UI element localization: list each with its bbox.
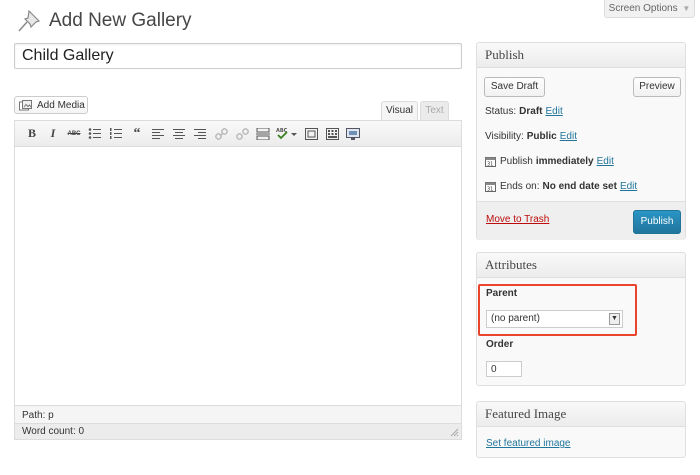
visibility-edit-link[interactable]: Edit <box>560 131 577 142</box>
status-value: Draft <box>519 106 543 117</box>
bullet-list-icon[interactable] <box>86 125 104 143</box>
resize-handle-icon[interactable] <box>449 427 459 437</box>
add-media-label: Add Media <box>37 99 85 111</box>
screen-options-tab[interactable]: Screen Options ▼ <box>604 0 695 18</box>
strikethrough-icon[interactable]: ABC <box>65 125 83 143</box>
editor-path: Path: p <box>22 410 54 421</box>
tab-visual[interactable]: Visual <box>381 101 418 120</box>
ends-value: No end date set <box>542 181 617 192</box>
align-center-icon[interactable] <box>170 125 188 143</box>
parent-select[interactable]: (no parent) ▼ <box>486 310 623 328</box>
unlink-icon[interactable] <box>233 125 251 143</box>
status-edit-link[interactable]: Edit <box>545 106 562 117</box>
attributes-box-title: Attributes <box>477 253 685 278</box>
screen-options-label: Screen Options <box>608 3 678 14</box>
ends-edit-link[interactable]: Edit <box>620 181 637 192</box>
word-count: Word count: 0 <box>15 423 461 439</box>
ends-label: Ends on: <box>500 181 540 192</box>
bold-icon[interactable]: B <box>23 125 41 143</box>
publish-edit-link[interactable]: Edit <box>597 156 614 167</box>
editor-content-area[interactable] <box>15 147 461 407</box>
ends-on-row: 31 Ends on: No end date set Edit <box>485 181 637 192</box>
page-title: Add New Gallery <box>49 10 192 31</box>
status-label: Status: <box>485 106 517 117</box>
featured-image-box: Featured Image Set featured image <box>476 401 686 458</box>
content-editor: B I ABC “ ABC Path: p Word count: 0 <box>14 120 462 440</box>
editor-status-bar: Path: p Word count: 0 <box>15 405 461 439</box>
kitchen-sink-icon[interactable] <box>323 125 341 143</box>
publish-actions: Move to Trash Publish <box>477 201 685 240</box>
set-featured-image-link[interactable]: Set featured image <box>486 438 571 449</box>
post-title-input[interactable] <box>14 43 462 69</box>
pushpin-icon <box>18 9 41 32</box>
visibility-value: Public <box>526 131 557 142</box>
align-right-icon[interactable] <box>191 125 209 143</box>
add-media-button[interactable]: Add Media <box>14 96 88 114</box>
fullscreen-icon[interactable] <box>302 125 320 143</box>
preview-button[interactable]: Preview <box>633 77 681 97</box>
page-header: Add New Gallery <box>15 8 192 34</box>
order-label: Order <box>486 339 514 350</box>
parent-selected-value: (no parent) <box>491 313 540 324</box>
featured-image-title: Featured Image <box>477 402 685 427</box>
save-draft-button[interactable]: Save Draft <box>484 77 545 97</box>
media-icon <box>19 99 32 110</box>
tab-text[interactable]: Text <box>420 101 449 120</box>
attributes-box: Attributes Parent (no parent) ▼ Order <box>476 252 686 386</box>
insert-more-icon[interactable] <box>254 125 272 143</box>
chevron-down-icon: ▼ <box>682 4 691 13</box>
align-left-icon[interactable] <box>149 125 167 143</box>
svg-text:31: 31 <box>487 162 493 168</box>
publish-label: Publish <box>500 156 533 167</box>
link-icon[interactable] <box>212 125 230 143</box>
publish-box: Publish Save Draft Preview Status: Draft… <box>476 42 686 240</box>
parent-label: Parent <box>486 288 518 299</box>
chevron-down-icon: ▼ <box>609 313 620 325</box>
editor-toolbar: B I ABC “ ABC <box>15 121 461 147</box>
svg-text:31: 31 <box>487 187 493 193</box>
blockquote-icon[interactable]: “ <box>128 125 146 143</box>
calendar-icon: 31 <box>485 182 496 193</box>
publish-value: immediately <box>535 156 594 167</box>
publish-date-row: 31 Publish immediately Edit <box>485 156 614 167</box>
move-to-trash-link[interactable]: Move to Trash <box>486 214 549 225</box>
publish-button[interactable]: Publish <box>633 210 681 234</box>
publish-box-title: Publish <box>477 43 685 68</box>
numbered-list-icon[interactable] <box>107 125 125 143</box>
status-row: Status: Draft Edit <box>485 106 563 117</box>
order-input[interactable] <box>486 361 522 377</box>
distraction-free-icon[interactable] <box>344 125 362 143</box>
spellcheck-icon[interactable]: ABC <box>275 125 299 143</box>
italic-icon[interactable]: I <box>44 125 62 143</box>
visibility-row: Visibility: Public Edit <box>485 131 577 142</box>
calendar-icon: 31 <box>485 157 496 168</box>
visibility-label: Visibility: <box>485 131 524 142</box>
